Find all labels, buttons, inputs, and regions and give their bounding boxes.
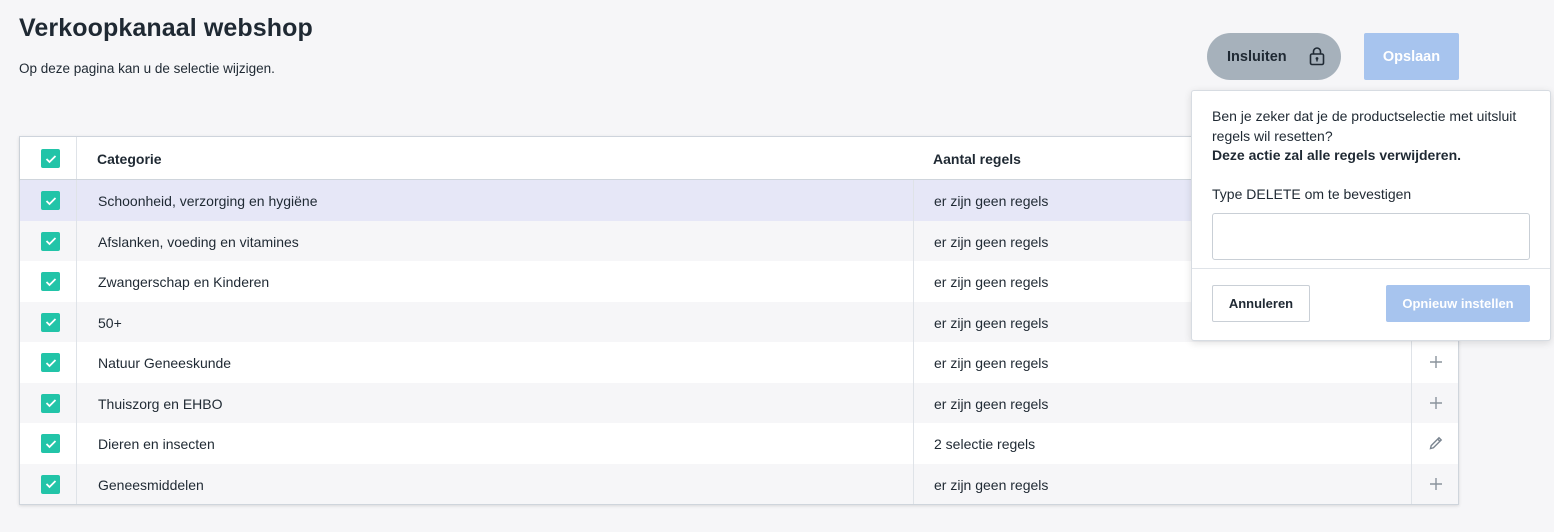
table-row[interactable]: Natuur Geneeskunde er zijn geen regels (20, 342, 1458, 383)
check-icon (45, 237, 56, 246)
row-check-cell (20, 261, 77, 302)
insluiten-button[interactable]: Insluiten (1207, 33, 1341, 80)
row-rules: 2 selectie regels (913, 423, 1411, 464)
row-action-cell (1411, 423, 1459, 464)
pencil-icon[interactable] (1428, 435, 1444, 451)
check-icon (45, 358, 56, 367)
row-checkbox[interactable] (41, 393, 60, 413)
row-checkbox[interactable] (41, 474, 60, 494)
confirm-label: Type DELETE om te bevestigen (1212, 186, 1412, 202)
row-checkbox[interactable] (41, 353, 60, 372)
column-header-categorie[interactable]: Categorie (97, 151, 162, 167)
page-title: Verkoopkanaal webshop (19, 14, 313, 42)
row-action-cell (1411, 463, 1459, 504)
row-check-cell (20, 180, 77, 221)
check-icon (45, 196, 56, 205)
row-check-cell (20, 382, 77, 423)
row-check-cell (20, 220, 77, 261)
popover-warning: Deze actie zal alle regels verwijderen. (1212, 147, 1462, 163)
row-category: Thuiszorg en EHBO (98, 395, 223, 412)
row-category: Geneesmiddelen (98, 476, 204, 493)
popover-divider (1192, 268, 1550, 269)
row-category: Afslanken, voeding en vitamines (98, 233, 299, 250)
row-check-cell (20, 301, 77, 342)
popover-message: Ben je zeker dat je de productselectie m… (1212, 107, 1532, 166)
insluiten-label: Insluiten (1227, 48, 1287, 65)
table-row[interactable]: Geneesmiddelen er zijn geen regels (20, 463, 1459, 504)
column-header-aantal-regels[interactable]: Aantal regels (933, 151, 1021, 167)
row-rules: er zijn geen regels (913, 342, 1411, 383)
cancel-button[interactable]: Annuleren (1212, 285, 1310, 322)
check-icon (45, 318, 56, 327)
check-icon (45, 439, 56, 448)
row-rules: er zijn geen regels (913, 382, 1411, 423)
row-check-cell (20, 463, 77, 504)
popover-question: Ben je zeker dat je de productselectie m… (1212, 108, 1517, 144)
row-rules: er zijn geen regels (913, 463, 1411, 504)
reset-button[interactable]: Opnieuw instellen (1386, 285, 1530, 322)
row-checkbox[interactable] (41, 312, 60, 332)
row-checkbox[interactable] (41, 434, 60, 453)
lock-icon (1309, 47, 1325, 66)
row-checkbox[interactable] (41, 191, 60, 210)
table-row[interactable]: Dieren en insecten 2 selectie regels (20, 423, 1458, 464)
page-subtitle: Op deze pagina kan u de selectie wijzige… (19, 61, 275, 76)
plus-icon[interactable] (1429, 396, 1443, 410)
row-category: Zwangerschap en Kinderen (98, 274, 270, 290)
select-all-checkbox[interactable] (41, 149, 60, 168)
row-action-cell (1411, 382, 1459, 423)
row-category: 50+ (98, 314, 122, 331)
row-checkbox[interactable] (41, 272, 60, 291)
table-row[interactable]: Thuiszorg en EHBO er zijn geen regels (20, 382, 1459, 423)
header-check-cell (20, 137, 77, 179)
row-category: Schoonheid, verzorging en hygiëne (98, 193, 318, 209)
row-check-cell (20, 342, 77, 383)
row-category: Dieren en insecten (98, 436, 215, 452)
reset-confirm-popover: Ben je zeker dat je de productselectie m… (1191, 90, 1551, 341)
check-icon (45, 399, 56, 408)
check-icon (45, 154, 56, 163)
row-check-cell (20, 423, 77, 464)
row-checkbox[interactable] (41, 231, 60, 251)
plus-icon[interactable] (1429, 355, 1443, 369)
save-button[interactable]: Opslaan (1364, 33, 1459, 80)
row-category: Natuur Geneeskunde (98, 355, 232, 371)
check-icon (45, 480, 56, 489)
plus-icon[interactable] (1429, 477, 1443, 491)
row-action-cell (1411, 342, 1459, 383)
check-icon (45, 277, 56, 286)
confirm-delete-input[interactable] (1212, 213, 1530, 260)
